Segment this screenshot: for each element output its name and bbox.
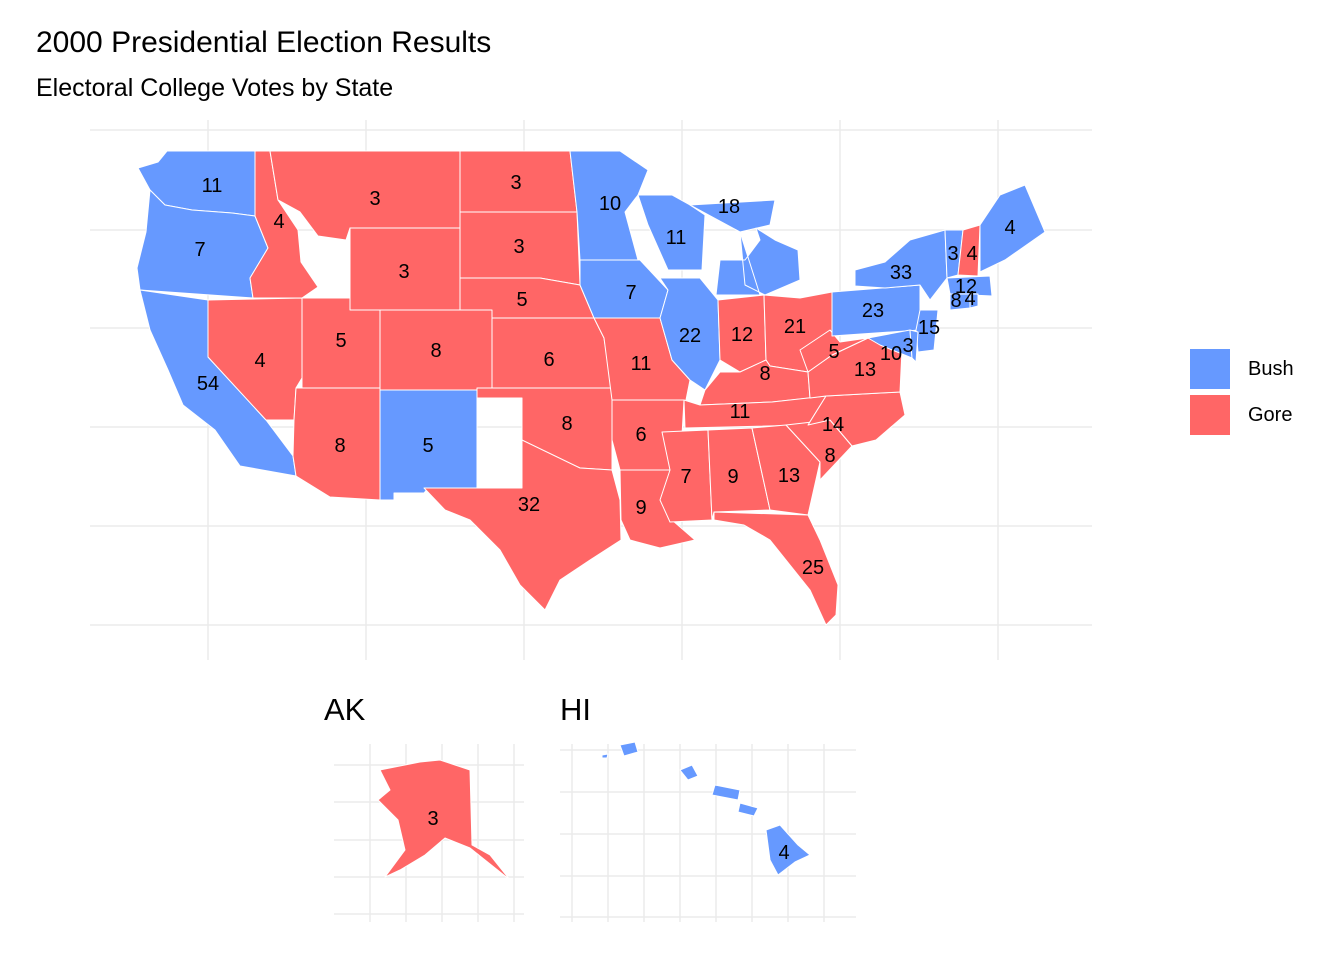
vote-label-va: 13 (854, 359, 876, 381)
vote-label-vt: 3 (947, 243, 958, 265)
vote-label-mt: 3 (369, 188, 380, 210)
vote-label-wy: 3 (398, 261, 409, 283)
vote-label-wi: 11 (666, 227, 687, 249)
vote-label-fl: 25 (802, 557, 824, 579)
state-hi-island-2 (679, 764, 699, 781)
vote-label-al: 9 (727, 466, 738, 488)
vote-label-in: 12 (731, 324, 753, 346)
vote-label-wa: 11 (202, 175, 223, 197)
state-hi-island-4 (737, 802, 759, 817)
vote-label-ms: 7 (680, 466, 691, 488)
vote-label-sd: 3 (513, 236, 524, 258)
state-shapes (136, 150, 1046, 881)
legend-item-gore: Gore (1190, 392, 1294, 438)
vote-label-md: 10 (880, 343, 902, 365)
vote-label-wv: 5 (828, 341, 839, 363)
legend-item-bush: Bush (1190, 346, 1294, 392)
vote-label-pa: 23 (862, 300, 884, 322)
state-ak (377, 759, 511, 881)
vote-label-oh: 21 (784, 316, 806, 338)
legend: Bush Gore (1190, 346, 1294, 438)
vote-label-il: 22 (679, 325, 701, 347)
vote-label-ar: 6 (635, 424, 646, 446)
vote-label-or: 7 (194, 239, 205, 261)
vote-label-sc: 8 (824, 445, 835, 467)
vote-label-ak: 3 (427, 808, 438, 830)
vote-label-mo: 11 (631, 353, 652, 375)
vote-label-tx: 32 (518, 494, 540, 516)
state-mt (269, 150, 461, 241)
vote-label-ct: 8 (950, 290, 961, 312)
vote-label-mi: 18 (718, 196, 740, 218)
hawaii-inset-grid (560, 744, 856, 922)
vote-label-nh: 4 (966, 243, 977, 265)
vote-label-ny: 33 (890, 262, 912, 284)
legend-label-bush: Bush (1248, 357, 1294, 380)
state-ia (579, 259, 669, 319)
vote-label-la: 9 (635, 497, 646, 519)
vote-label-nc: 14 (822, 414, 844, 436)
state-hi-island-5 (601, 753, 609, 759)
legend-swatch-gore (1190, 395, 1230, 435)
vote-label-de: 3 (902, 335, 913, 357)
legend-swatch-bush (1190, 349, 1230, 389)
vote-label-nj: 15 (918, 317, 940, 339)
vote-label-ca: 54 (197, 373, 219, 395)
vote-label-ut: 5 (335, 330, 346, 352)
vote-label-ok: 8 (561, 413, 572, 435)
vote-label-mn: 10 (599, 193, 621, 215)
vote-label-hi: 4 (778, 842, 789, 864)
state-hi-island-1 (619, 741, 639, 757)
legend-label-gore: Gore (1248, 403, 1293, 426)
vote-label-me: 4 (1004, 217, 1015, 239)
vote-label-tn: 11 (730, 401, 751, 423)
state-mi (689, 199, 801, 296)
vote-label-ri: 4 (964, 288, 975, 310)
vote-label-nv: 4 (254, 350, 265, 372)
vote-label-ks: 6 (543, 349, 554, 371)
vote-label-ky: 8 (759, 363, 770, 385)
vote-label-ia: 7 (625, 282, 636, 304)
vote-label-ne: 5 (516, 289, 527, 311)
vote-label-co: 8 (430, 340, 441, 362)
election-map: 1175444335 88 533568321071169111822 12 21811… (90, 120, 1092, 922)
vote-label-nm: 5 (422, 435, 433, 457)
vote-label-id: 4 (273, 211, 284, 233)
vote-label-nd: 3 (510, 172, 521, 194)
vote-label-az: 8 (334, 435, 345, 457)
vote-label-ga: 13 (778, 465, 800, 487)
